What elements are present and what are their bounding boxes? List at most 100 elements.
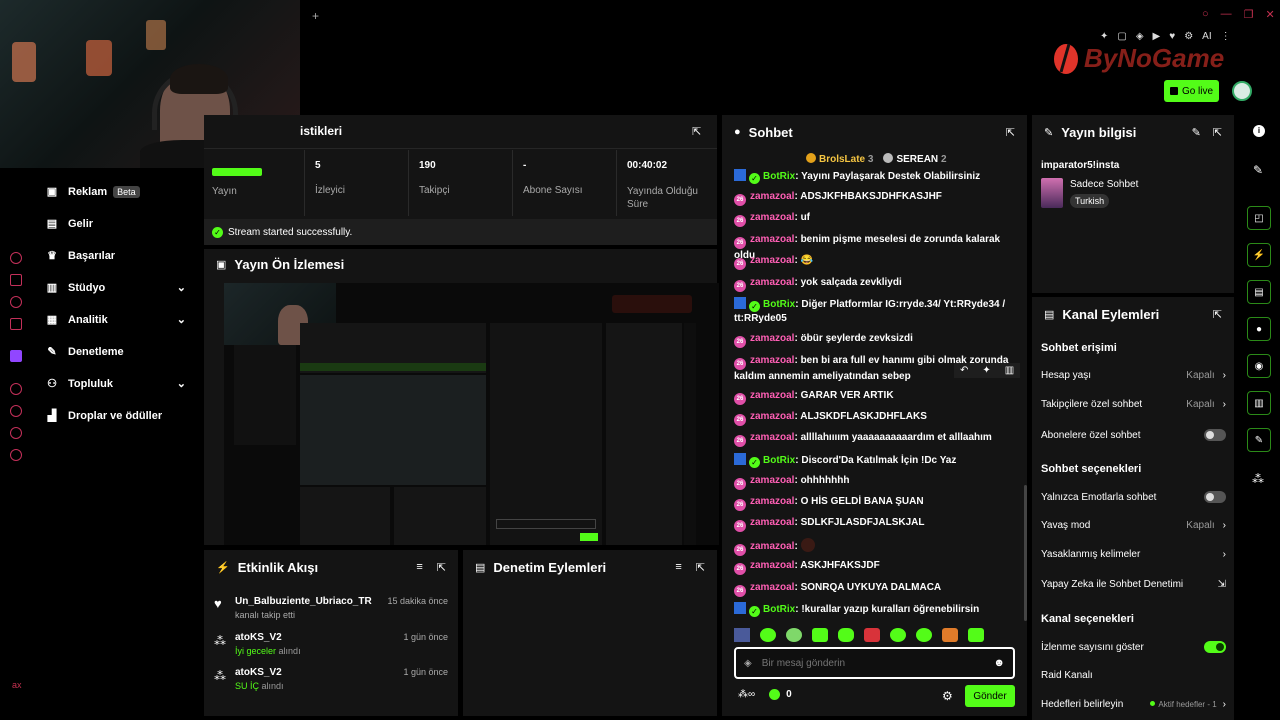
- chat-message[interactable]: 26 zamazoal: ohhhhhhh: [734, 474, 1014, 490]
- more-icon[interactable]: ax: [12, 680, 22, 690]
- chat-message[interactable]: ✓ BotRix: !kurallar yazıp kuralları öğren…: [734, 602, 1014, 617]
- subs-only-toggle[interactable]: [1204, 429, 1226, 441]
- show-viewers-toggle[interactable]: [1204, 641, 1226, 653]
- chat-username[interactable]: BotRix: [763, 299, 795, 310]
- category-name[interactable]: Sadece Sohbet: [1070, 179, 1138, 190]
- nav-item-studyo[interactable]: ▥ Stüdyo ⌄: [46, 281, 186, 295]
- popout-icon[interactable]: ⇱: [1006, 126, 1015, 139]
- filter-icon[interactable]: ≡: [675, 561, 681, 573]
- chat-bubble-icon[interactable]: [10, 296, 22, 308]
- notes-icon[interactable]: ▤: [1247, 280, 1271, 304]
- chat-message[interactable]: 26 zamazoal:: [734, 538, 1014, 556]
- nav-item-topluluk[interactable]: ⚇ Topluluk ⌄: [46, 377, 186, 391]
- activity-user[interactable]: Un_Balbuziente_Ubriaco_TR: [235, 596, 372, 607]
- emote[interactable]: [916, 628, 932, 642]
- top-gifter[interactable]: BrolsLate 3: [806, 153, 873, 165]
- chat-username[interactable]: zamazoal: [750, 355, 794, 366]
- chat-message[interactable]: 26 zamazoal: GARAR VER ARTIK: [734, 389, 1014, 405]
- chat-username[interactable]: zamazoal: [750, 333, 794, 344]
- wrench-icon[interactable]: ✎: [1247, 428, 1271, 452]
- chat-username[interactable]: zamazoal: [750, 411, 794, 422]
- chat-message[interactable]: 26 zamazoal: öbür şeylerde zevksizdi: [734, 332, 1014, 348]
- info-icon[interactable]: i: [1253, 125, 1265, 137]
- chat-username[interactable]: zamazoal: [750, 517, 794, 528]
- emote[interactable]: [968, 628, 984, 642]
- tv-icon[interactable]: [10, 274, 22, 286]
- preview-video[interactable]: [224, 283, 719, 545]
- broadcast-icon[interactable]: ◉: [1247, 354, 1271, 378]
- chat-username[interactable]: BotRix: [763, 604, 795, 615]
- pencil-icon[interactable]: ✎: [1253, 163, 1263, 177]
- chat-input[interactable]: [761, 657, 994, 669]
- chat-username[interactable]: zamazoal: [750, 212, 794, 223]
- chat-username[interactable]: zamazoal: [750, 432, 794, 443]
- chat-message[interactable]: 26 zamazoal: ADSJKFHBAKSJDHFKASJHF: [734, 190, 1014, 206]
- ai-moderation-row[interactable]: Yapay Zeka ile Sohbet Denetimi ⇲: [1041, 579, 1226, 590]
- emoji-icon[interactable]: ☻: [993, 657, 1005, 669]
- chat-username[interactable]: zamazoal: [750, 560, 794, 571]
- popout-icon[interactable]: ⇱: [1213, 126, 1222, 139]
- followers-only-row[interactable]: Takipçilere özel sohbet Kapalı ›: [1041, 399, 1226, 410]
- layout-icon[interactable]: ▥: [1247, 391, 1271, 415]
- chat-username[interactable]: BotRix: [763, 455, 795, 466]
- chat-message[interactable]: 26 zamazoal: 😂: [734, 254, 1014, 270]
- chat-icon[interactable]: ●: [1247, 317, 1271, 341]
- popout-icon[interactable]: ⇱: [696, 561, 705, 574]
- scan-icon[interactable]: ◰: [1247, 206, 1271, 230]
- emote[interactable]: [864, 628, 880, 642]
- restore-icon[interactable]: ❐: [1244, 8, 1254, 21]
- emote[interactable]: [838, 628, 854, 642]
- chat-message[interactable]: 26 zamazoal: yok salçada zevkliydi: [734, 276, 1014, 292]
- chat-username[interactable]: zamazoal: [750, 475, 794, 486]
- emote[interactable]: [734, 628, 750, 642]
- popout-icon[interactable]: ⇱: [692, 125, 701, 138]
- send-button[interactable]: Gönder: [965, 685, 1015, 707]
- user-avatar[interactable]: [1232, 81, 1252, 101]
- emote[interactable]: [812, 628, 828, 642]
- nav-item-analitik[interactable]: ▦ Analitik ⌄: [46, 313, 186, 327]
- dashboard-icon[interactable]: [10, 252, 22, 264]
- play-circle-icon[interactable]: [10, 383, 22, 395]
- chat-message[interactable]: 26 zamazoal: ASKJHFAKSJDF: [734, 559, 1014, 575]
- search-icon[interactable]: ○: [1202, 8, 1209, 21]
- slow-mode-row[interactable]: Yavaş mod Kapalı ›: [1041, 520, 1226, 531]
- chat-message[interactable]: 26 zamazoal: SONRQA UYKUYA DALMACA: [734, 581, 1014, 597]
- mail-icon[interactable]: [10, 318, 22, 330]
- activity-user[interactable]: atoKS_V2: [235, 632, 282, 643]
- top-gifter[interactable]: SEREAN 2: [883, 153, 947, 165]
- raid-row[interactable]: Raid Kanalı: [1041, 670, 1226, 681]
- emote[interactable]: [760, 628, 776, 642]
- twitch-icon[interactable]: [10, 350, 22, 362]
- chat-username[interactable]: zamazoal: [750, 390, 794, 401]
- chat-username[interactable]: zamazoal: [750, 234, 794, 245]
- chat-username[interactable]: zamazoal: [750, 582, 794, 593]
- chat-message[interactable]: ✓ BotRix: Discord'Da Katılmak İçin !Dc Ya…: [734, 453, 1014, 468]
- chat-message[interactable]: 26 zamazoal: ALJSKDFLASKJDHFLAKS: [734, 410, 1014, 426]
- goals-row[interactable]: Hedefleri belirleyin Aktif hedefler - 1 ›: [1041, 699, 1226, 710]
- go-live-button[interactable]: Go live: [1164, 80, 1219, 102]
- clock-icon[interactable]: [10, 405, 22, 417]
- popout-icon[interactable]: ⇱: [1213, 308, 1222, 321]
- emotes-only-toggle[interactable]: [1204, 491, 1226, 503]
- chat-settings-icon[interactable]: ⚙: [942, 689, 953, 703]
- emote[interactable]: [786, 628, 802, 642]
- nav-item-droplar[interactable]: ▟ Droplar ve ödüller: [46, 409, 162, 423]
- account-age-row[interactable]: Hesap yaşı Kapalı ›: [1041, 370, 1226, 381]
- close-icon[interactable]: ✕: [1266, 8, 1275, 21]
- chat-message[interactable]: 26 zamazoal: allllahıııım yaaaaaaaaaardım…: [734, 431, 1014, 447]
- minimize-icon[interactable]: —: [1221, 8, 1232, 21]
- settings-icon[interactable]: [10, 449, 22, 461]
- chat-scrollbar[interactable]: [1024, 485, 1027, 621]
- chat-message[interactable]: 26 zamazoal: O HİS GELDİ BANA ŞUAN: [734, 495, 1014, 511]
- emote[interactable]: [942, 628, 958, 642]
- popout-icon[interactable]: ⇱: [437, 561, 446, 574]
- nav-item-basarilar[interactable]: ♛ Başarılar: [46, 249, 115, 263]
- emote[interactable]: [890, 628, 906, 642]
- chat-username[interactable]: zamazoal: [750, 496, 794, 507]
- filter-icon[interactable]: ≡: [416, 561, 422, 573]
- chat-message[interactable]: 26 zamazoal: SDLKFJLASDFJALSKJAL: [734, 516, 1014, 532]
- undo-icon[interactable]: ↶: [960, 365, 968, 376]
- lightning-icon[interactable]: ⚡: [1247, 243, 1271, 267]
- activity-user[interactable]: atoKS_V2: [235, 667, 282, 678]
- edit-icon[interactable]: ✎: [1192, 126, 1201, 139]
